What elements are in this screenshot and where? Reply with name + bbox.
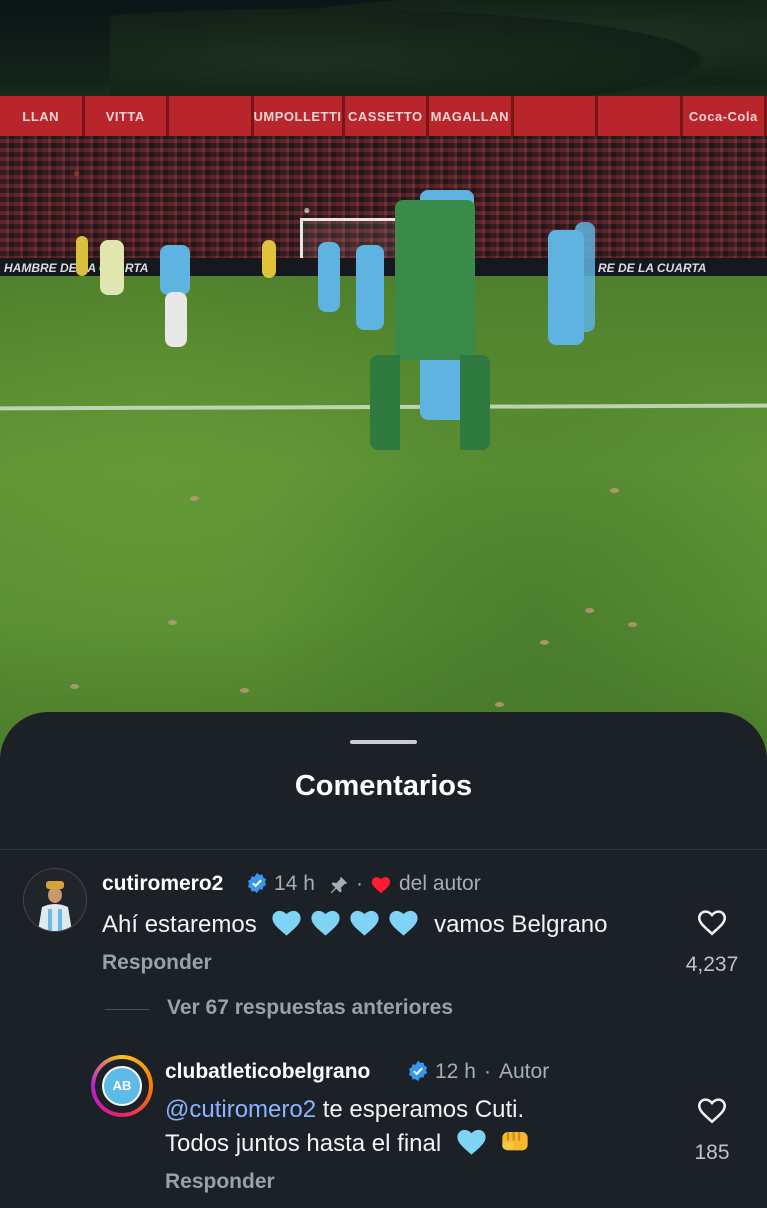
like-count: 185	[694, 1141, 730, 1164]
leaf	[240, 688, 249, 693]
ad-board	[514, 96, 599, 136]
comment-time: 14 h	[274, 872, 315, 895]
goalkeeper	[395, 200, 475, 360]
light-blue-heart-emoji	[269, 910, 428, 938]
like-heart-icon[interactable]	[695, 1093, 729, 1125]
leaf	[70, 684, 79, 689]
pitch	[0, 276, 767, 760]
reply-text-final: Todos juntos hasta el final	[165, 1130, 442, 1157]
like-heart-icon[interactable]	[695, 905, 729, 937]
player	[165, 292, 187, 347]
ad-board: VITTA	[85, 96, 169, 136]
ad-boards: LLAN VITTA UMPOLLETTI CASSETTO MAGALLAN …	[0, 96, 767, 136]
verified-badge-icon	[247, 872, 267, 894]
player	[318, 242, 340, 312]
comment-text-start: Ahí estaremos	[102, 911, 257, 938]
reply-time: 12 h	[435, 1060, 476, 1083]
player	[356, 245, 384, 330]
trees	[110, 0, 767, 100]
verified-badge-icon	[408, 1060, 428, 1082]
mention-link[interactable]: @cutiromero2	[165, 1096, 316, 1123]
avatar-cutiromero2[interactable]	[23, 868, 87, 932]
comment-text: Ahí estaremos vamos Belgrano	[102, 906, 608, 940]
comment-text-end: vamos Belgrano	[434, 911, 608, 938]
author-badge: Autor	[499, 1060, 550, 1083]
leaf	[495, 702, 504, 707]
banner-text-right: RE DE LA CUARTA	[598, 261, 707, 275]
leaf	[190, 496, 199, 501]
ad-board: LLAN	[0, 96, 85, 136]
player	[76, 236, 88, 276]
leaf	[628, 622, 637, 627]
player	[262, 240, 276, 278]
reply-button[interactable]: Responder	[165, 1170, 275, 1194]
comment-username[interactable]: cutiromero2	[102, 872, 223, 896]
leaf	[585, 608, 594, 613]
author-like-label: del autor	[399, 872, 481, 895]
reply-text-line2: Todos juntos hasta el final	[165, 1125, 532, 1159]
reply-username[interactable]: clubatleticobelgrano	[165, 1060, 370, 1084]
like-count: 4,237	[685, 953, 739, 976]
view-more-replies-button[interactable]: Ver 67 respuestas anteriores	[167, 996, 453, 1020]
leaf	[168, 620, 177, 625]
ad-board: Coca-Cola	[683, 96, 767, 136]
leaf	[610, 488, 619, 493]
leaf	[540, 640, 549, 645]
divider	[0, 849, 767, 850]
sheet-title: Comentarios	[294, 770, 473, 802]
drag-handle[interactable]	[350, 740, 417, 744]
pin-icon	[330, 876, 348, 894]
goalkeeper-legs	[370, 355, 490, 450]
ad-board: MAGALLAN	[429, 96, 514, 136]
player	[575, 222, 595, 332]
meta-dot: ·	[484, 1060, 491, 1083]
player	[160, 245, 190, 295]
avatar-ring-inner: AB	[95, 1059, 149, 1113]
red-heart-icon	[371, 877, 391, 894]
ad-board	[598, 96, 683, 136]
reply-text-rest: te esperamos Cuti.	[322, 1096, 525, 1123]
belgrano-logo-icon: AB	[102, 1066, 142, 1106]
light-blue-heart-emoji	[457, 1129, 486, 1155]
reply-text-line1: @cutiromero2 te esperamos Cuti.	[165, 1094, 524, 1125]
reply-button[interactable]: Responder	[102, 951, 212, 975]
ad-board	[169, 96, 254, 136]
ad-board: CASSETTO	[345, 96, 430, 136]
video-player[interactable]: LLAN VITTA UMPOLLETTI CASSETTO MAGALLAN …	[0, 0, 767, 760]
fist-emoji	[501, 1132, 528, 1151]
player	[100, 240, 124, 295]
meta-dot: ·	[356, 872, 363, 895]
avatar-clubatleticobelgrano[interactable]: AB	[91, 1055, 153, 1117]
thread-line	[105, 1009, 149, 1010]
ad-board: UMPOLLETTI	[254, 96, 345, 136]
player-photo-icon	[24, 869, 86, 931]
